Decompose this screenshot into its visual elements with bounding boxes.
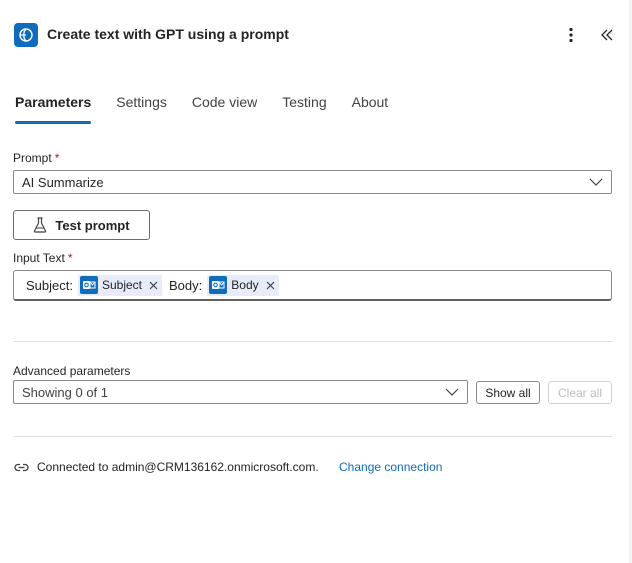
required-mark: *: [54, 151, 60, 165]
ai-builder-icon: [14, 23, 38, 47]
panel-header: Create text with GPT using a prompt: [0, 0, 632, 70]
clear-all-button[interactable]: Clear all: [548, 381, 612, 404]
connection-status: Connected to admin@CRM136162.onmicrosoft…: [13, 458, 319, 476]
input-text-label: Input Text *: [13, 251, 73, 265]
chevron-down-icon: [589, 178, 603, 186]
tab-about[interactable]: About: [352, 86, 389, 124]
test-prompt-button[interactable]: Test prompt: [13, 210, 150, 240]
section-divider: [13, 341, 612, 342]
body-token-label: Body: [231, 278, 259, 292]
prompt-label-text: Prompt: [13, 151, 52, 165]
subject-prefix-text: Subject:: [26, 277, 73, 293]
section-divider: [13, 436, 612, 437]
tab-parameters[interactable]: Parameters: [15, 86, 92, 124]
more-vertical-icon: [569, 27, 573, 43]
collapse-panel-button[interactable]: [597, 24, 617, 46]
tab-settings[interactable]: Settings: [116, 86, 167, 124]
close-icon: [149, 281, 158, 289]
outlook-icon: [209, 276, 228, 294]
prompt-label: Prompt *: [13, 151, 59, 165]
subject-token[interactable]: Subject: [77, 274, 163, 296]
close-icon: [266, 281, 275, 289]
prompt-dropdown-value: AI Summarize: [22, 175, 104, 190]
body-prefix-text: Body:: [169, 277, 203, 293]
test-prompt-label: Test prompt: [55, 217, 130, 233]
input-text-field[interactable]: Subject: Subject Body: Body: [13, 270, 612, 301]
input-text-label-text: Input Text: [13, 251, 65, 265]
outlook-icon: [79, 276, 98, 294]
tab-code-view[interactable]: Code view: [192, 86, 257, 124]
page-title: Create text with GPT using a prompt: [47, 26, 289, 42]
link-icon: [13, 459, 29, 475]
change-connection-link[interactable]: Change connection: [339, 460, 442, 474]
connection-text: Connected to admin@CRM136162.onmicrosoft…: [37, 460, 319, 474]
advanced-parameters-dropdown[interactable]: Showing 0 of 1: [13, 380, 468, 404]
prompt-dropdown[interactable]: AI Summarize: [13, 170, 612, 194]
remove-subject-token-button[interactable]: [149, 281, 158, 290]
chevron-down-icon: [445, 388, 459, 396]
body-token[interactable]: Body: [207, 274, 279, 296]
more-options-button[interactable]: [562, 24, 580, 46]
tab-list: Parameters Settings Code view Testing Ab…: [15, 86, 413, 126]
flask-icon: [34, 217, 47, 233]
show-all-button[interactable]: Show all: [476, 381, 540, 404]
required-mark: *: [67, 251, 73, 265]
tab-testing[interactable]: Testing: [282, 86, 326, 124]
double-chevron-left-icon: [601, 29, 613, 41]
subject-token-label: Subject: [101, 278, 143, 292]
advanced-parameters-value: Showing 0 of 1: [22, 385, 109, 400]
remove-body-token-button[interactable]: [266, 281, 275, 290]
advanced-parameters-label: Advanced parameters: [13, 364, 131, 378]
